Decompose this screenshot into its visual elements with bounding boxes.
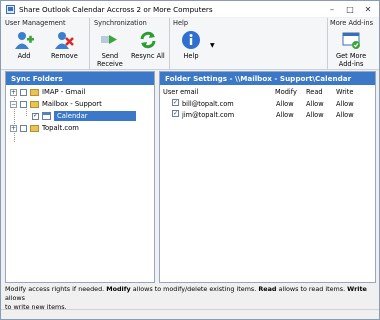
group-label-synchronization: Synchronization [94, 19, 147, 27]
hint-text: Modify access rights if needed. Modify a… [5, 285, 377, 311]
ribbon-separator [327, 18, 328, 69]
send-receive-icon [99, 30, 121, 50]
table-row[interactable]: ✓ jim@topalt.com Allow Allow Allow [160, 110, 375, 120]
sync-folders-header: Sync Folders [6, 72, 154, 85]
folder-icon [30, 124, 39, 132]
checkbox-checked[interactable]: ✓ [172, 99, 179, 106]
group-label-user-management: User Management [5, 19, 66, 27]
group-label-help: Help [173, 19, 189, 27]
checkbox-checked[interactable]: ✓ [32, 112, 39, 120]
tree-item-label: Mailbox - Support [42, 100, 102, 108]
app-window: Share Outlook Calendar Accross 2 or More… [0, 0, 380, 320]
ribbon-separator [89, 18, 90, 69]
checkbox[interactable] [20, 88, 27, 96]
tree-item-label: Calendar [54, 111, 136, 121]
expand-icon[interactable]: + [10, 88, 17, 96]
resync-all-button[interactable]: Resync All [131, 30, 165, 60]
tree-item-imap-gmail[interactable]: + IMAP - Gmail [10, 87, 85, 97]
remove-user-icon [53, 30, 75, 50]
sync-folders-panel: Sync Folders + IMAP - Gmail − Mailbox - … [5, 71, 155, 283]
column-header-email[interactable]: User email [163, 88, 198, 96]
hint-write: Write [347, 285, 367, 293]
minimize-icon[interactable]: – [323, 3, 341, 15]
tree-item-label: Topalt.com [42, 124, 79, 132]
ribbon-toolbar: User Management Synchronization Help Mor… [1, 18, 379, 70]
hint-text-part: allows [5, 294, 25, 302]
calendar-icon [42, 112, 51, 120]
modify-permission[interactable]: Allow [276, 100, 294, 108]
modify-permission[interactable]: Allow [276, 111, 294, 119]
remove-user-button[interactable]: Remove [51, 30, 78, 60]
ribbon-separator [169, 18, 170, 69]
folder-icon [30, 100, 39, 108]
resync-icon [137, 30, 159, 50]
folder-icon [30, 88, 39, 96]
tree-item-topalt[interactable]: + Topalt.com [10, 123, 79, 133]
tree-item-mailbox-support[interactable]: − Mailbox - Support [10, 99, 102, 109]
app-icon [6, 4, 15, 14]
maximize-icon[interactable]: □ [341, 3, 359, 15]
group-label-more-addins: More Add-ins [330, 19, 374, 27]
window-title: Share Outlook Calendar Accross 2 or More… [19, 4, 213, 14]
checkbox[interactable] [20, 100, 27, 108]
read-permission[interactable]: Allow [306, 100, 324, 108]
hint-text-part: allows to read items. [276, 285, 348, 293]
send-receive-label-line2: Receive [97, 60, 123, 68]
write-permission[interactable]: Allow [336, 111, 354, 119]
tree-item-calendar[interactable]: ✓ Calendar [32, 111, 136, 121]
title-bar: Share Outlook Calendar Accross 2 or More… [1, 1, 379, 17]
add-user-button[interactable]: Add [13, 30, 35, 60]
folder-settings-panel: Folder Settings - \\Mailbox - Support\Ca… [159, 71, 376, 283]
expand-icon[interactable]: + [10, 124, 17, 132]
remove-button-label: Remove [51, 52, 78, 60]
help-button[interactable]: Help [180, 30, 202, 60]
column-header-write[interactable]: Write [336, 88, 353, 96]
write-permission[interactable]: Allow [336, 100, 354, 108]
read-permission[interactable]: Allow [306, 111, 324, 119]
get-more-label-line1: Get More [336, 52, 367, 60]
send-receive-label-line1: Send [101, 52, 119, 60]
get-more-label-line2: Add-ins [338, 60, 364, 68]
resync-all-label: Resync All [131, 52, 165, 60]
column-header-modify[interactable]: Modify [275, 88, 297, 96]
checkbox[interactable] [20, 124, 27, 132]
hint-text-part: allows to modify/delete existing items. [130, 285, 259, 293]
checkbox-checked[interactable]: ✓ [172, 110, 179, 117]
hint-modify: Modify [106, 285, 131, 293]
status-bar [1, 309, 379, 319]
hint-read: Read [258, 285, 277, 293]
column-header-read[interactable]: Read [306, 88, 323, 96]
help-button-label: Help [183, 52, 199, 60]
tree-item-label: IMAP - Gmail [42, 88, 86, 96]
collapse-icon[interactable]: − [10, 100, 17, 108]
hint-text-part: Modify access rights if needed. [5, 285, 107, 293]
info-icon [180, 30, 202, 50]
table-row[interactable]: ✓ bill@topalt.com Allow Allow Allow [160, 99, 375, 109]
help-dropdown-icon[interactable]: ▼ [210, 42, 215, 49]
close-icon[interactable]: ✕ [359, 3, 377, 15]
send-receive-button[interactable]: Send Receive [97, 30, 123, 68]
window-controls: – □ ✕ [323, 3, 377, 15]
folder-settings-header: Folder Settings - \\Mailbox - Support\Ca… [160, 72, 375, 85]
user-email: bill@topalt.com [182, 100, 234, 108]
addins-icon [340, 30, 362, 50]
user-email: jim@topalt.com [182, 111, 235, 119]
add-user-icon [13, 30, 35, 50]
get-more-addins-button[interactable]: Get More Add-ins [336, 30, 366, 68]
add-button-label: Add [17, 52, 31, 60]
